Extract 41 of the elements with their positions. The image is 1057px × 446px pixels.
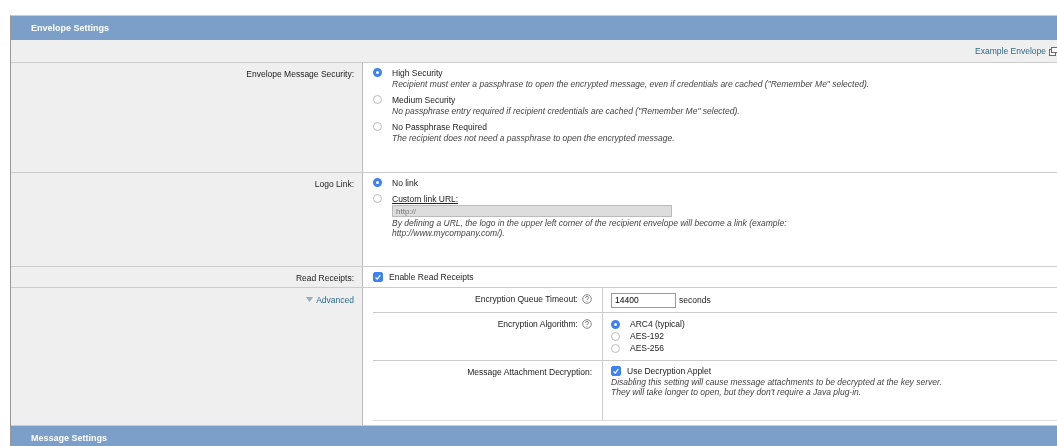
radio-button[interactable]: [611, 343, 620, 353]
help-icon[interactable]: [582, 319, 592, 329]
radio-button[interactable]: [373, 178, 382, 187]
option-label: No link: [392, 178, 418, 188]
radio-button[interactable]: [373, 122, 382, 131]
option-label: Medium Security: [392, 95, 457, 105]
option-description: The recipient does not need a passphrase to open the encrypted message.: [392, 133, 675, 143]
advanced-toggle[interactable]: Advanced: [306, 294, 354, 305]
option-description: By defining a URL, the logo in the upper left corner of the recipient envelope will become a link (example: http://www.mycompany.com/).: [392, 218, 788, 238]
checkbox[interactable]: [611, 366, 621, 376]
field-label: Encryption Queue Timeout:: [475, 294, 578, 306]
field-label: Encryption Algorithm:: [497, 319, 578, 331]
unit-label: seconds: [679, 295, 711, 305]
example-envelope-link[interactable]: Example Envelope: [975, 46, 1046, 56]
window-icon: [1049, 46, 1057, 56]
option-label: High Security: [392, 68, 444, 78]
option-description: Recipient must enter a passphrase to open the encrypted message, even if credentials are cached ("Remember Me" selected).: [392, 79, 870, 89]
section-header: Message Settings: [11, 426, 1057, 446]
help-icon[interactable]: [582, 294, 592, 304]
field-label: Logo Link:: [314, 179, 354, 189]
option-label: Custom link URL:: [392, 194, 460, 204]
caret-icon: [306, 297, 314, 302]
field-label: Message Attachment Decryption:: [467, 367, 592, 379]
radio-button[interactable]: [373, 68, 382, 77]
radio-button[interactable]: [611, 331, 620, 341]
field-label: Read Receipts:: [295, 273, 354, 283]
section-header: Envelope Settings: [11, 16, 1057, 40]
checkbox-label: Use Decryption Applet: [627, 366, 712, 376]
radio-button[interactable]: [373, 95, 382, 104]
option-label: No Passphrase Required: [392, 122, 488, 132]
option-description: Disabling this setting will cause message attachments to be decrypted at the key server. They will take longer to open, but they don't require a Java plug-in.: [611, 377, 943, 397]
option-description: No passphrase entry required if recipient credentials are cached ("Remember Me" selected).: [392, 106, 740, 116]
timeout-input-field[interactable]: 14400: [611, 292, 676, 308]
radio-button[interactable]: [373, 194, 382, 203]
checkbox-label: Enable Read Receipts: [389, 272, 474, 282]
option-label: ARC4 (typical): [630, 319, 685, 329]
checkbox[interactable]: [373, 272, 383, 282]
field-label: Envelope Message Security:: [246, 69, 354, 79]
radio-button[interactable]: [611, 319, 620, 329]
option-label: AES-192: [630, 331, 665, 341]
option-label: AES-256: [630, 343, 665, 353]
